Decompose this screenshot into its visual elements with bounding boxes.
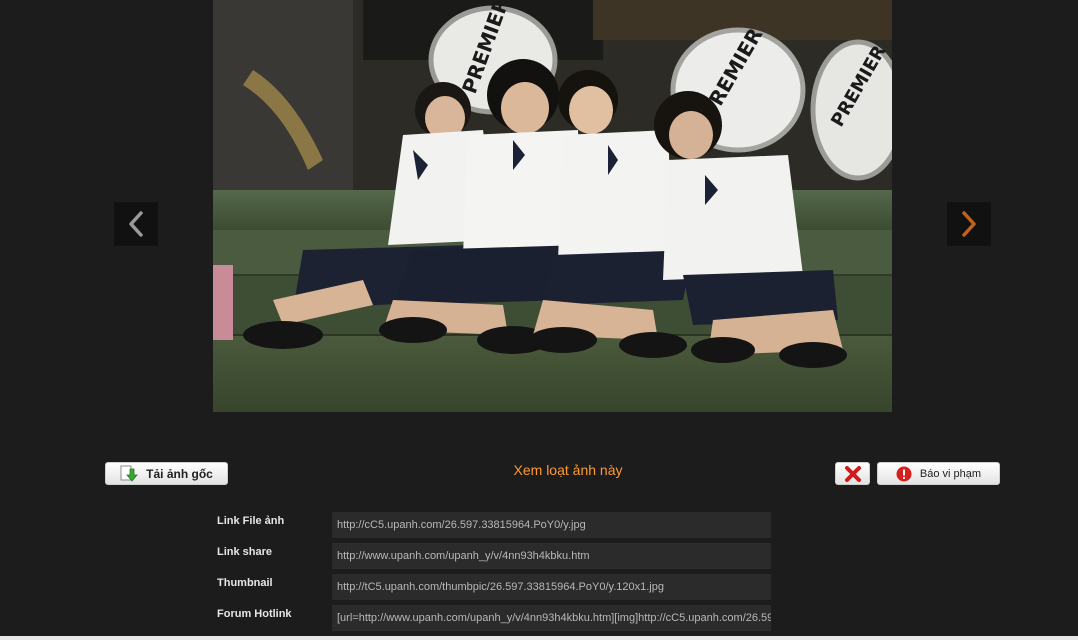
forum-hotlink-field[interactable]: [url=http://www.upanh.com/upanh_y/v/4nn9… — [332, 605, 771, 631]
thumbnail-label: Thumbnail — [217, 577, 273, 589]
prev-photo-button[interactable] — [114, 202, 158, 246]
link-file-field[interactable]: http://cC5.upanh.com/26.597.33815964.PoY… — [332, 512, 771, 538]
page-bottom-divider — [0, 636, 1078, 640]
link-share-field[interactable]: http://www.upanh.com/upanh_y/v/4nn93h4kb… — [332, 543, 771, 569]
forum-hotlink-label: Forum Hotlink — [217, 608, 292, 620]
next-photo-button[interactable] — [947, 202, 991, 246]
thumbnail-field[interactable]: http://tC5.upanh.com/thumbpic/26.597.338… — [332, 574, 771, 600]
download-arrow-icon — [120, 465, 139, 483]
chevron-left-icon — [129, 211, 143, 237]
main-photo: PREMIER PREMIER PREMIER — [213, 0, 892, 412]
red-x-icon — [844, 465, 861, 482]
report-violation-button[interactable]: Báo vi phạm — [877, 462, 1000, 485]
download-original-button[interactable]: Tải ảnh gốc — [105, 462, 228, 485]
download-original-label: Tải ảnh gốc — [146, 466, 213, 481]
view-series-link[interactable]: Xem loạt ảnh này — [430, 462, 706, 478]
link-share-label: Link share — [217, 546, 273, 558]
photo-illustration: PREMIER PREMIER PREMIER — [213, 0, 892, 412]
close-button[interactable] — [835, 462, 870, 485]
report-violation-label: Báo vi phạm — [919, 467, 982, 480]
link-file-label: Link File ảnh — [217, 515, 285, 527]
chevron-right-icon — [962, 211, 976, 237]
alert-circle-icon — [896, 466, 912, 482]
